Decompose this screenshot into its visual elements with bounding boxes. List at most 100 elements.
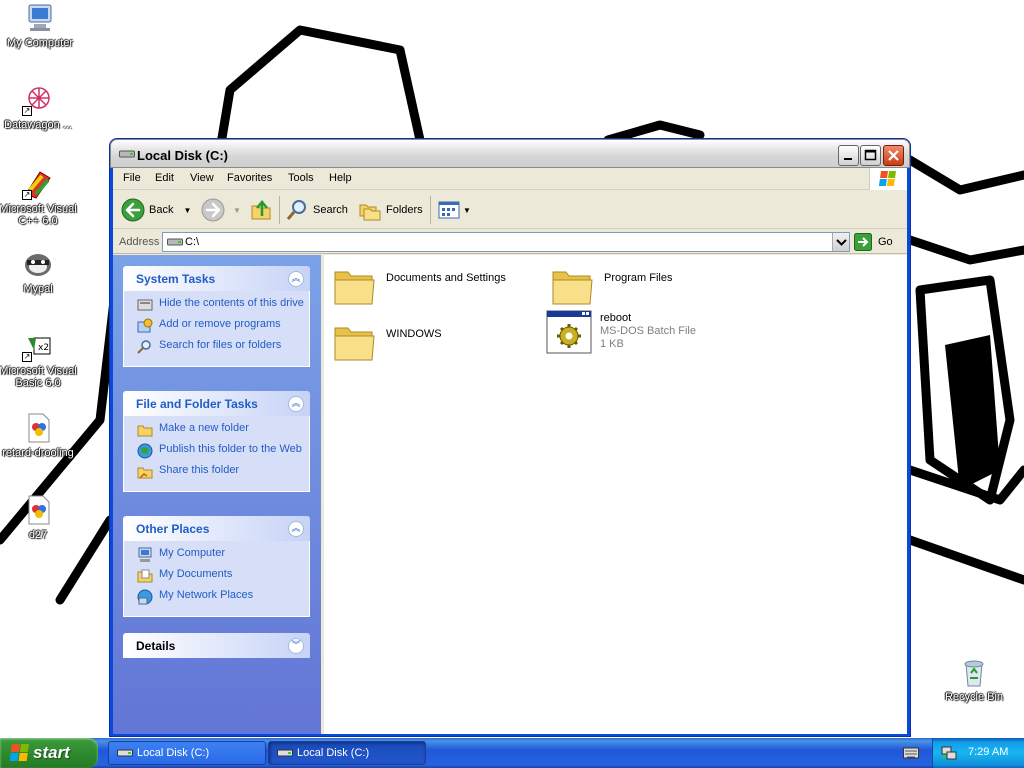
file-folder-tasks-panel: File and Folder Tasks ︽ Make a new folde…	[123, 391, 310, 492]
keyboard-icon[interactable]	[903, 746, 919, 763]
search-files-link[interactable]: Search for files or folders	[124, 339, 309, 354]
mypal-icon	[22, 248, 54, 280]
go-button[interactable]: Go	[854, 232, 893, 252]
address-bar: Address C:\ Go	[113, 230, 907, 254]
desktop-icon-my-computer[interactable]: My Computer	[0, 2, 80, 49]
back-arrow-icon	[121, 198, 145, 222]
explorer-window: Local Disk (C:) File Edit View Favorites…	[110, 139, 910, 736]
file-folder-tasks-body: Make a new folder Publish this folder to…	[123, 416, 310, 492]
expand-icon[interactable]: ︾	[288, 638, 304, 654]
search-label: Search	[313, 204, 348, 216]
views-icon	[438, 201, 460, 219]
link-label: My Computer	[159, 547, 226, 559]
search-button[interactable]: Search	[285, 196, 348, 224]
system-tasks-panel: System Tasks ︽ Hide the contents of this…	[123, 266, 310, 367]
file-item-reboot[interactable]: reboot MS-DOS Batch File 1 KB	[546, 309, 696, 357]
taskbar-item-label: Local Disk (C:)	[137, 747, 210, 759]
task-pane: System Tasks ︽ Hide the contents of this…	[113, 255, 321, 734]
desktop-icon-d27[interactable]: d27	[0, 494, 78, 541]
file-list: Documents and Settings Program Files WIN…	[324, 255, 907, 734]
desktop-icon-datawagon[interactable]: ↗ Datawagon ...	[0, 84, 78, 131]
file-name: Program Files	[604, 272, 673, 284]
forward-button[interactable]: ▼	[201, 196, 241, 224]
forward-dropdown-icon[interactable]: ▼	[233, 206, 241, 215]
menu-edit[interactable]: Edit	[155, 172, 174, 184]
menu-tools[interactable]: Tools	[288, 172, 314, 184]
taskbar-item-local-disk[interactable]: Local Disk (C:)	[108, 741, 266, 765]
file-name: WINDOWS	[386, 328, 442, 340]
recycle-bin-icon	[958, 656, 990, 688]
views-dropdown-icon[interactable]: ▼	[463, 206, 471, 215]
share-folder-link[interactable]: Share this folder	[124, 464, 309, 479]
collapse-icon[interactable]: ︽	[288, 521, 304, 537]
window-client: File Edit View Favorites Tools Help Back…	[113, 168, 907, 734]
title-bar[interactable]: Local Disk (C:)	[110, 139, 910, 168]
system-tray: 7:29 AM	[932, 738, 1024, 768]
desktop-icon-label: retard-drooling	[2, 447, 74, 459]
link-label: Make a new folder	[159, 422, 249, 434]
file-item-windows[interactable]: WINDOWS	[332, 320, 442, 368]
views-button[interactable]: ▼	[437, 196, 471, 224]
link-label: Share this folder	[159, 464, 240, 476]
back-button[interactable]: Back ▼	[121, 196, 191, 224]
desktop-icon-label: Datawagon ...	[4, 119, 72, 131]
address-dropdown-button[interactable]	[832, 233, 849, 251]
file-type: MS-DOS Batch File	[600, 325, 696, 337]
details-header[interactable]: Details ︾	[123, 633, 310, 658]
menu-favorites[interactable]: Favorites	[227, 172, 272, 184]
system-tasks-header[interactable]: System Tasks ︽	[123, 266, 310, 291]
menu-file[interactable]: File	[123, 172, 141, 184]
up-folder-button[interactable]	[249, 196, 273, 224]
other-places-header[interactable]: Other Places ︽	[123, 516, 310, 541]
desktop-icon-recycle-bin[interactable]: Recycle Bin	[934, 656, 1014, 703]
taskbar-item-label: Local Disk (C:)	[297, 747, 370, 759]
drive-icon	[117, 749, 133, 757]
my-documents-link[interactable]: My Documents	[124, 568, 309, 583]
start-button[interactable]: start	[0, 738, 98, 768]
minimize-button[interactable]	[838, 145, 859, 166]
desktop-icon-retard-drooling[interactable]: retard-drooling	[0, 412, 78, 459]
folders-icon	[359, 204, 381, 221]
publish-web-link[interactable]: Publish this folder to the Web	[124, 443, 309, 459]
collapse-icon[interactable]: ︽	[288, 271, 304, 287]
add-remove-programs-link[interactable]: Add or remove programs	[124, 318, 309, 333]
hide-contents-link[interactable]: Hide the contents of this drive	[124, 297, 309, 311]
folder-icon	[552, 271, 593, 305]
desktop-icon-visual-cpp[interactable]: ↗ Microsoft Visual C++ 6.0	[0, 168, 78, 227]
hide-contents-icon	[137, 299, 153, 311]
address-input[interactable]: C:\	[162, 232, 850, 252]
file-item-program-files[interactable]: Program Files	[550, 264, 672, 312]
file-item-documents-and-settings[interactable]: Documents and Settings	[332, 264, 506, 312]
collapse-icon[interactable]: ︽	[288, 396, 304, 412]
my-computer-link[interactable]: My Computer	[124, 547, 309, 562]
desktop-icon-visual-basic[interactable]: x2 ↗ Microsoft Visual Basic 6.0	[0, 330, 78, 389]
back-dropdown-icon[interactable]: ▼	[183, 206, 191, 215]
link-label: Add or remove programs	[159, 318, 281, 330]
toolbar-separator	[430, 196, 431, 224]
add-remove-icon	[137, 318, 153, 333]
network-status-icon[interactable]	[941, 745, 957, 764]
clock[interactable]: 7:29 AM	[968, 746, 1008, 758]
my-computer-icon	[24, 2, 56, 34]
other-places-title: Other Places	[136, 522, 210, 536]
file-folder-tasks-header[interactable]: File and Folder Tasks ︽	[123, 391, 310, 416]
menu-view[interactable]: View	[190, 172, 214, 184]
make-new-folder-link[interactable]: Make a new folder	[124, 422, 309, 437]
my-documents-icon	[137, 569, 153, 583]
new-folder-icon	[137, 425, 153, 437]
folders-button[interactable]: Folders	[358, 196, 423, 224]
search-icon	[137, 340, 151, 354]
up-folder-icon	[251, 200, 271, 220]
network-places-link[interactable]: My Network Places	[124, 589, 309, 605]
desktop-icon-mypal[interactable]: Mypal	[0, 248, 78, 295]
close-button[interactable]	[883, 145, 904, 166]
menu-help[interactable]: Help	[329, 172, 352, 184]
taskbar-item-local-disk-active[interactable]: Local Disk (C:)	[268, 741, 426, 765]
toolbar-separator	[279, 196, 280, 224]
maximize-button[interactable]	[860, 145, 881, 166]
shortcut-arrow-icon: ↗	[22, 106, 32, 116]
close-icon	[888, 150, 899, 161]
drive-icon	[277, 749, 293, 757]
menu-bar: File Edit View Favorites Tools Help	[113, 168, 907, 190]
toolbar: Back ▼ ▼ Search Folders ▼	[113, 191, 907, 229]
